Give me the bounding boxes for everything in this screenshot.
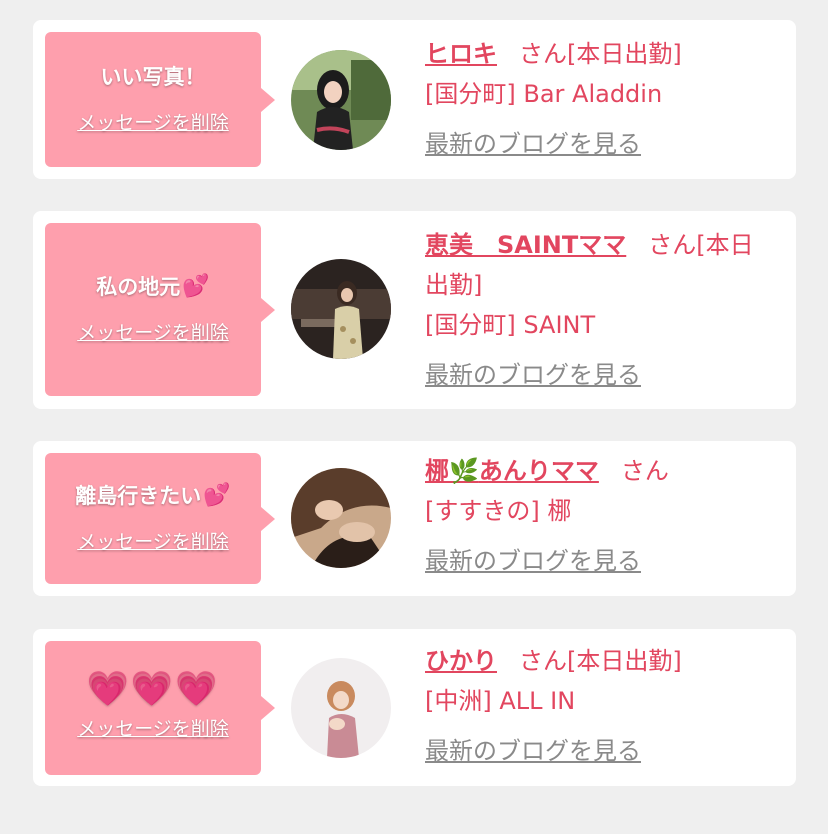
message-text: いい写真！ (100, 65, 206, 89)
san-label: さん (620, 457, 669, 485)
status-label: [本日出勤] (567, 647, 682, 675)
shop-label: [国分町] SAINT (425, 311, 596, 339)
heart-icon: 💕 (203, 483, 231, 508)
name-link[interactable]: 恵美 SAINTママ (425, 231, 626, 259)
message-bubble: 💗💗💗 メッセージを削除 (45, 641, 275, 775)
name-link[interactable]: ヒロキ (425, 40, 497, 68)
hearts-message: 💗💗💗 (86, 668, 220, 709)
name-line: 梛🌿あんりママ さん (425, 451, 776, 491)
status-label: [本日出勤] (567, 40, 682, 68)
shop-label: [国分町] Bar Aladdin (425, 80, 663, 108)
profile-info: 梛🌿あんりママ さん [すすきの] 梛 最新のブログを見る (425, 451, 776, 581)
blog-link[interactable]: 最新のブログを見る (425, 355, 641, 395)
message-bubble: 離島行きたい 💕 メッセージを削除 (45, 453, 275, 584)
san-label: さん (519, 40, 567, 68)
profile-info: 恵美 SAINTママ さん[本日出勤] [国分町] SAINT 最新のブログを見る (425, 225, 776, 395)
shop-label: [すすきの] 梛 (425, 497, 572, 525)
profile-info: ひかり さん[本日出勤] [中洲] ALL IN 最新のブログを見る (425, 641, 776, 771)
profile-info: ヒロキ さん[本日出勤] [国分町] Bar Aladdin 最新のブログを見る (425, 34, 776, 164)
avatar[interactable] (291, 468, 391, 568)
message-card: いい写真！ メッセージを削除 ヒロキ さん[本日出勤] [国分町] Bar Ala… (33, 20, 796, 179)
avatar[interactable] (291, 50, 391, 150)
blog-link[interactable]: 最新のブログを見る (425, 731, 641, 771)
blog-link[interactable]: 最新のブログを見る (425, 124, 641, 164)
name-link[interactable]: ひかり (425, 647, 497, 675)
name-line: ヒロキ さん[本日出勤] (425, 34, 776, 74)
message-card: 私の地元 💕 メッセージを削除 恵美 SAINTママ さん[本日出勤] [国分町] … (33, 211, 796, 409)
avatar[interactable] (291, 259, 391, 359)
name-line: 恵美 SAINTママ さん[本日出勤] (425, 225, 776, 305)
delete-message-link[interactable]: メッセージを削除 (77, 318, 229, 345)
leaf-icon: 🌿 (449, 457, 479, 485)
name-link[interactable]: 梛🌿あんりママ (425, 457, 599, 485)
name-line: ひかり さん[本日出勤] (425, 641, 776, 681)
message-text: 私の地元 💕 (96, 274, 210, 299)
message-bubble: 私の地元 💕 メッセージを削除 (45, 223, 275, 396)
san-label: さん (519, 647, 567, 675)
shop-label: [中洲] ALL IN (425, 687, 576, 715)
message-card: 離島行きたい 💕 メッセージを削除 梛🌿あんりママ さん [すすきの] 梛 最新のブ… (33, 441, 796, 596)
delete-message-link[interactable]: メッセージを削除 (77, 714, 229, 741)
message-text: 離島行きたい 💕 (75, 483, 231, 508)
message-bubble: いい写真！ メッセージを削除 (45, 32, 275, 167)
delete-message-link[interactable]: メッセージを削除 (77, 108, 229, 135)
delete-message-link[interactable]: メッセージを削除 (77, 527, 229, 554)
blog-link[interactable]: 最新のブログを見る (425, 541, 641, 581)
heart-icon: 💕 (182, 274, 210, 299)
message-card: 💗💗💗 メッセージを削除 ひかり さん[本日出勤] [中洲] ALL IN 最新の… (33, 629, 796, 786)
san-label: さん (648, 231, 697, 259)
avatar[interactable] (291, 658, 391, 758)
